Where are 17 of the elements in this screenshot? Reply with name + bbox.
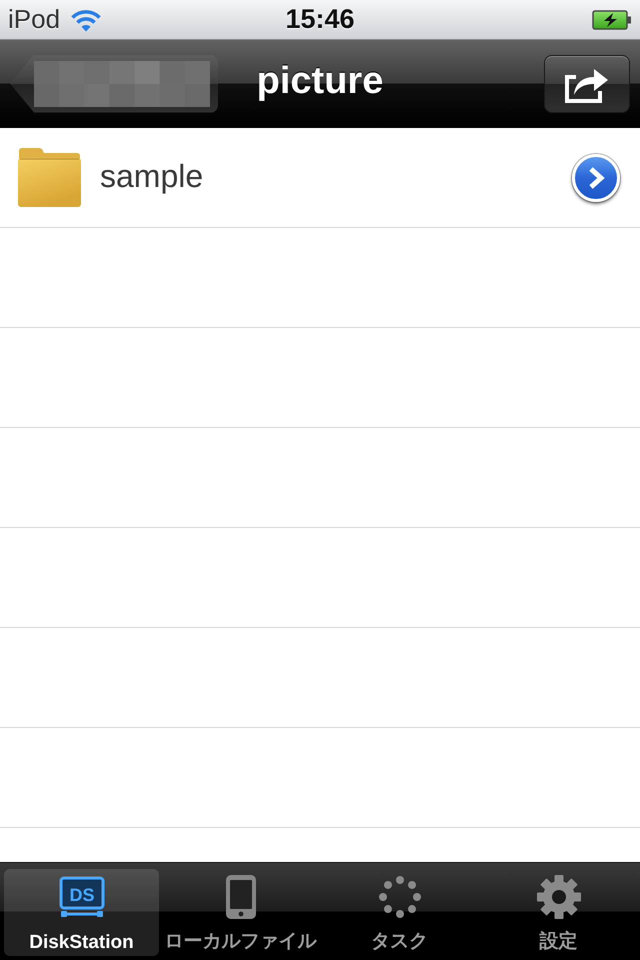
disclosure-button[interactable] (572, 154, 620, 202)
share-button[interactable] (544, 54, 630, 112)
tab-button[interactable]: ローカルファイル (163, 869, 318, 956)
settings-icon (534, 875, 582, 919)
clock-time: 15:46 (285, 4, 355, 35)
carrier-label: iPod (8, 4, 60, 35)
wifi-icon (70, 8, 102, 32)
nav-title: picture (256, 60, 384, 104)
chevron-right-icon (587, 166, 605, 190)
tab-button[interactable]: タスク (322, 869, 477, 956)
battery-charging-icon (592, 10, 632, 30)
tab-button[interactable]: 設定 (481, 869, 636, 956)
tab-button[interactable]: DS DiskStation (4, 869, 159, 956)
folder-icon (17, 148, 82, 208)
back-button[interactable] (10, 54, 218, 112)
folder-name[interactable]: sample (100, 158, 554, 197)
mosaic-icon (34, 60, 210, 106)
